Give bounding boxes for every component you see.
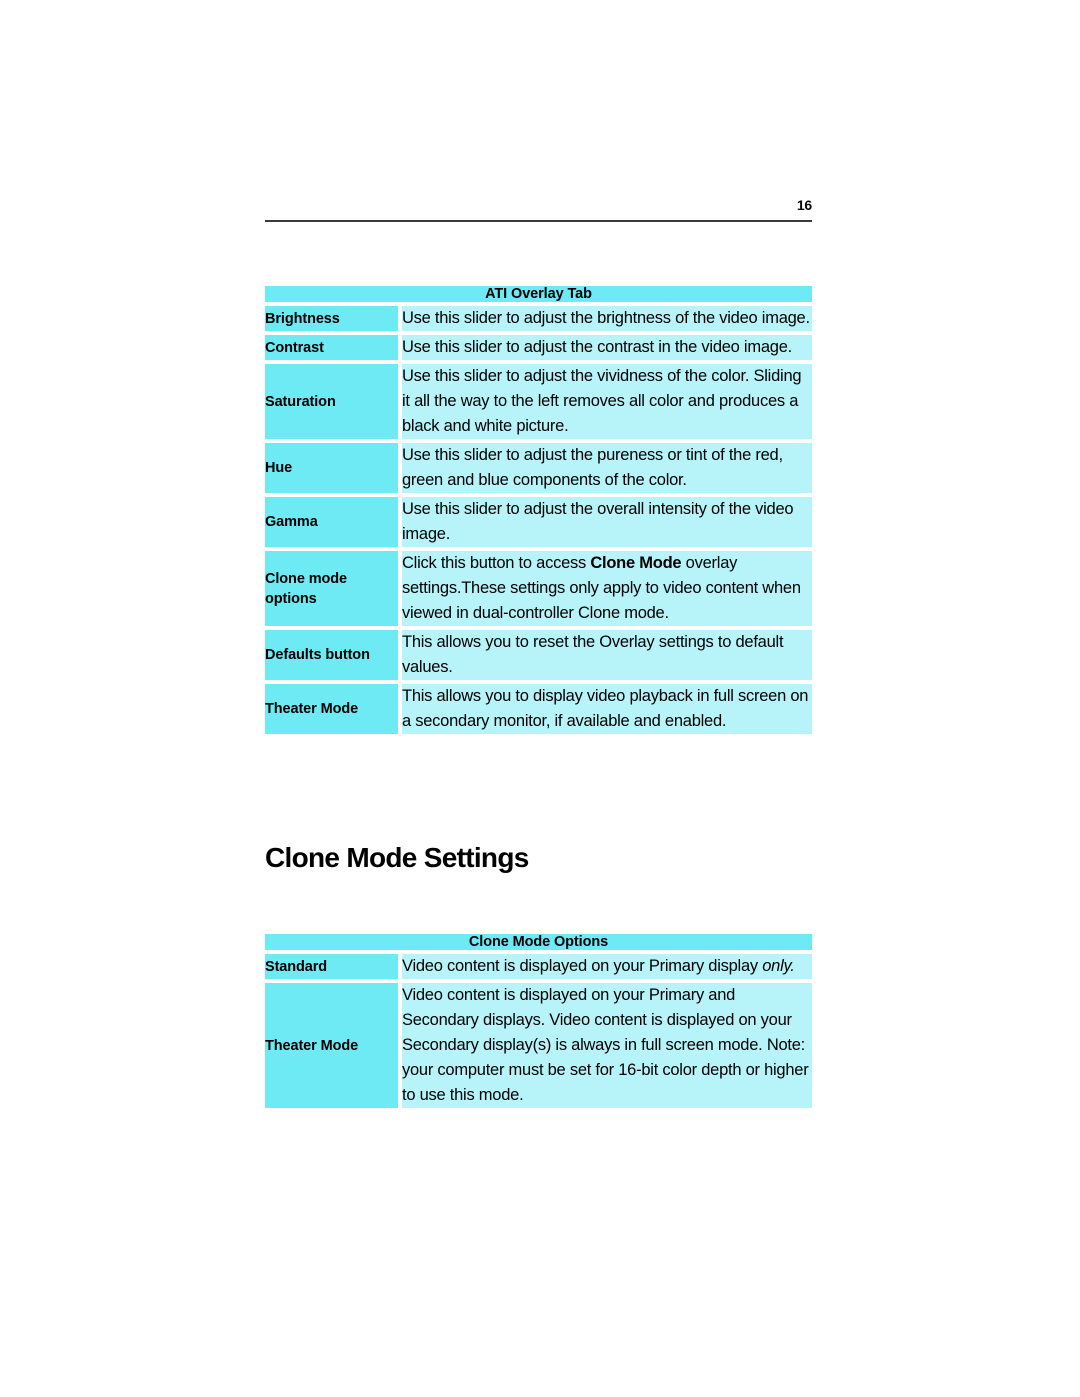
document-page: 16 ATI Overlay Tab Brightness Use this s… <box>0 0 1080 1397</box>
ati-overlay-tab-table: ATI Overlay Tab Brightness Use this slid… <box>265 286 812 734</box>
row-label: Brightness <box>265 306 398 331</box>
row-label: Standard <box>265 954 398 979</box>
row-label: Defaults button <box>265 630 398 680</box>
description-emphasis: Clone Mode <box>590 554 682 572</box>
table-header-title: ATI Overlay Tab <box>265 286 812 302</box>
clone-mode-options-table: Clone Mode Options Standard Video conten… <box>265 934 812 1108</box>
table-row: Saturation Use this slider to adjust the… <box>265 364 812 439</box>
row-label: Hue <box>265 443 398 493</box>
row-label: Clone mode options <box>265 551 398 626</box>
row-label: Theater Mode <box>265 684 398 734</box>
description-text-pre: Click this button to access <box>402 554 591 572</box>
section-heading: Clone Mode Settings <box>265 842 529 873</box>
table-row: Standard Video content is displayed on y… <box>265 954 812 979</box>
table-row: Brightness Use this slider to adjust the… <box>265 306 812 331</box>
row-description: This allows you to display video playbac… <box>402 684 812 734</box>
table-row: Hue Use this slider to adjust the purene… <box>265 443 812 493</box>
row-description: Use this slider to adjust the vividness … <box>402 364 812 439</box>
row-label: Contrast <box>265 335 398 360</box>
table-header-title: Clone Mode Options <box>265 934 812 950</box>
row-description: Video content is displayed on your Prima… <box>402 983 812 1108</box>
description-emphasis: only. <box>762 957 795 975</box>
row-description: Use this slider to adjust the brightness… <box>402 306 812 331</box>
table-header-row: Clone Mode Options <box>265 934 812 950</box>
table-row: Theater Mode This allows you to display … <box>265 684 812 734</box>
row-label: Gamma <box>265 497 398 547</box>
table-row: Defaults button This allows you to reset… <box>265 630 812 680</box>
table-row: Gamma Use this slider to adjust the over… <box>265 497 812 547</box>
table-row: Theater Mode Video content is displayed … <box>265 983 812 1108</box>
row-description: Click this button to access Clone Mode o… <box>402 551 812 626</box>
row-description: This allows you to reset the Overlay set… <box>402 630 812 680</box>
row-description: Video content is displayed on your Prima… <box>402 954 812 979</box>
row-description: Use this slider to adjust the pureness o… <box>402 443 812 493</box>
page-header: 16 <box>265 196 812 222</box>
header-rule <box>265 220 812 222</box>
table-header-row: ATI Overlay Tab <box>265 286 812 302</box>
row-label: Theater Mode <box>265 983 398 1108</box>
table-row: Clone mode options Click this button to … <box>265 551 812 626</box>
row-description: Use this slider to adjust the contrast i… <box>402 335 812 360</box>
row-label: Saturation <box>265 364 398 439</box>
row-description: Use this slider to adjust the overall in… <box>402 497 812 547</box>
table-row: Contrast Use this slider to adjust the c… <box>265 335 812 360</box>
description-text-pre: Video content is displayed on your Prima… <box>402 957 763 975</box>
page-number: 16 <box>796 197 812 213</box>
